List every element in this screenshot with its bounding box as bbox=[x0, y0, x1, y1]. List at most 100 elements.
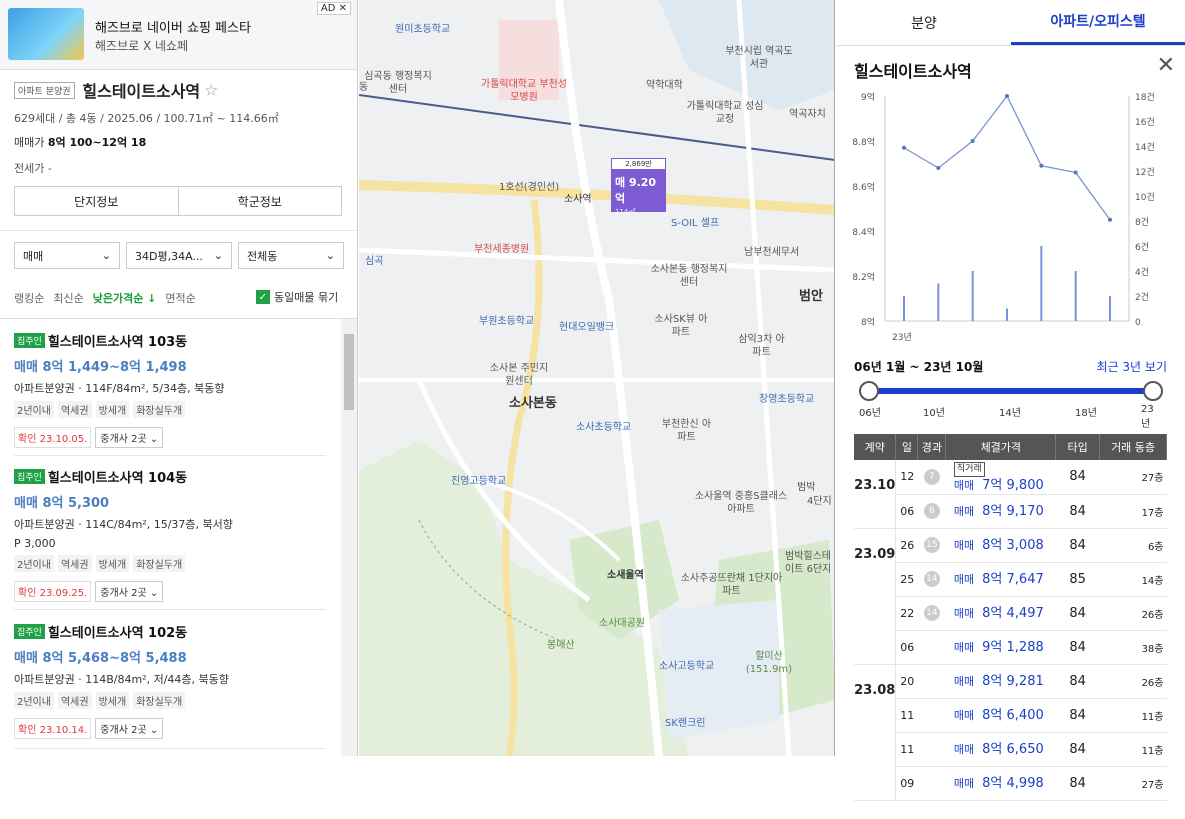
deal-type-select[interactable]: 매매 ⌄ bbox=[14, 242, 120, 269]
table-row[interactable]: 23.09 26 15 매매 8억 3,008 84 6층 bbox=[854, 528, 1167, 665]
table-row[interactable]: 11 매매 8억 6,650 84 11층 bbox=[854, 732, 1167, 767]
map-label: 범박 bbox=[797, 482, 816, 493]
price-cell: 매매 8억 6,400 bbox=[945, 698, 1056, 733]
price-point bbox=[902, 145, 906, 150]
ad-close-icon[interactable]: AD ✕ bbox=[316, 2, 351, 15]
table-row[interactable]: 25 14 매매 8억 7,647 85 14층 bbox=[854, 562, 1167, 597]
map-label: 동 bbox=[359, 82, 369, 93]
agents-dropdown[interactable]: 중개사 2곳 ⌄ bbox=[95, 581, 164, 602]
map-label: 소사본동 행정복지센터 bbox=[650, 264, 728, 288]
map-label: 삼익3차 아파트 bbox=[738, 334, 785, 358]
map-label: 할미산 (151.9m) bbox=[745, 651, 793, 675]
sort-low-price[interactable]: 낮은가격순 ↓ bbox=[93, 290, 157, 306]
dong-select[interactable]: 전체동 ⌄ bbox=[238, 242, 344, 269]
tag: 방세개 bbox=[95, 692, 130, 709]
tab-apartment[interactable]: 아파트/오피스텔 bbox=[1011, 0, 1185, 45]
y2-tick-label: 0 bbox=[1135, 318, 1141, 328]
map-label: 현대오일뱅크 bbox=[559, 322, 615, 333]
right-panel: 분양 아파트/오피스텔 힐스테이트소사역 ✕ 9억 8.8억 8.6억 8.4억 8.2… bbox=[837, 0, 1185, 819]
elapsed-badge: 14 bbox=[923, 605, 940, 621]
transaction-table: 계약 일 경과 체결가격 타입 거래 동층 23.10 12 7 직거래 매매 7억 9,… bbox=[854, 434, 1167, 801]
sort-area[interactable]: 면적순 bbox=[165, 290, 195, 306]
price-value: 8억 100~12억 18 bbox=[47, 136, 147, 149]
list-item[interactable]: 집주인 힐스테이트소사역 102동 매매 8억 5,468~8억 5,488 아파… bbox=[14, 622, 326, 749]
favorite-star-icon[interactable]: ☆ bbox=[204, 81, 218, 100]
elapsed-cell: 7 bbox=[917, 460, 946, 495]
recent-3y-button[interactable]: 최근 3년 보기 bbox=[1097, 358, 1167, 375]
price-cell: 매매 8억 4,998 bbox=[945, 766, 1056, 801]
table-row[interactable]: 09 매매 8억 4,998 84 27층 bbox=[854, 766, 1167, 801]
table-row[interactable]: 06 매매 9억 1,288 84 38층 bbox=[854, 630, 1167, 665]
price-cell: 매매 8억 7,647 bbox=[945, 562, 1056, 597]
sort-latest[interactable]: 최신순 bbox=[53, 290, 83, 306]
agents-dropdown[interactable]: 중개사 2곳 ⌄ bbox=[95, 718, 164, 739]
map-label: 부천세종병원 bbox=[474, 244, 530, 255]
y2-tick-label: 16건 bbox=[1135, 117, 1155, 128]
type-cell: 84 bbox=[1055, 732, 1100, 767]
confirm-date: 확인 23.10.05. bbox=[14, 427, 92, 448]
complex-info-button[interactable]: 단지정보 bbox=[15, 187, 179, 215]
group-listings-checkbox[interactable]: ✓ 동일매물 묶기 bbox=[256, 289, 338, 305]
type-cell: 85 bbox=[1055, 562, 1100, 597]
listing-tags: 2년이내 역세권 방세개 화장실두개 bbox=[14, 692, 326, 709]
map-view[interactable]: 원미초등학교 심곡동 행정복지센터 가톨릭대학교 부천성모병원 약학대학 부천시… bbox=[359, 0, 835, 756]
type-cell: 84 bbox=[1055, 664, 1100, 699]
deal-kind: 매매 bbox=[953, 674, 975, 688]
contract-day: 25 bbox=[895, 562, 918, 597]
map-label: 남부천세무서 bbox=[744, 247, 800, 258]
map-label: 소사본 주민지원센터 bbox=[489, 363, 549, 387]
list-item[interactable]: 집주인 힐스테이트소사역 104동 매매 8억 5,300 아파트분양권 · 11… bbox=[14, 467, 326, 610]
elapsed-cell bbox=[917, 698, 946, 733]
tab-presale[interactable]: 분양 bbox=[837, 0, 1011, 45]
agents-dropdown[interactable]: 중개사 2곳 ⌄ bbox=[95, 427, 164, 448]
deal-price: 8억 3,008 bbox=[982, 537, 1044, 553]
col-header: 거래 동층 bbox=[1099, 434, 1167, 460]
table-row[interactable]: 06 6 매매 8억 9,170 84 17층 bbox=[854, 494, 1167, 529]
floor-cell: 6층 bbox=[1099, 528, 1167, 563]
slider-label: 06년 bbox=[859, 408, 881, 419]
school-info-button[interactable]: 학군정보 bbox=[179, 187, 342, 215]
complex-meta: 629세대 / 총 4동 / 2025.06 / 100.71㎡ ~ 114.6… bbox=[14, 112, 279, 125]
price-marker[interactable]: 2,869만 매 9.20억 114㎡ bbox=[611, 158, 666, 216]
table-row[interactable]: 22 14 매매 8억 4,497 84 26층 bbox=[854, 596, 1167, 631]
ad-banner[interactable]: 해즈브로 네이버 쇼핑 페스타 해즈브로 X 네쇼페 AD ✕ bbox=[0, 0, 357, 70]
slider-handle-end[interactable] bbox=[1143, 381, 1163, 401]
type-cell: 84 bbox=[1055, 630, 1100, 665]
price-point bbox=[936, 166, 941, 170]
marker-price: 매 9.20억 bbox=[615, 176, 657, 205]
price-label: 매매가 bbox=[14, 136, 45, 149]
elapsed-cell bbox=[917, 630, 946, 665]
col-header: 타입 bbox=[1055, 434, 1101, 460]
map-label: 진영고등학교 bbox=[451, 476, 507, 487]
x-axis-label: 23년 bbox=[892, 332, 912, 343]
size-value: 34D평,34A... bbox=[135, 249, 203, 263]
tag: 2년이내 bbox=[14, 555, 54, 572]
type-cell: 84 bbox=[1055, 766, 1100, 801]
ad-title[interactable]: 해즈브로 네이버 쇼핑 페스타 bbox=[95, 17, 251, 36]
owner-badge: 집주인 bbox=[14, 469, 45, 484]
map-label: 원미초등학교 bbox=[395, 24, 451, 35]
dong-value: 전체동 bbox=[247, 249, 278, 263]
marker-area: 114㎡ bbox=[615, 208, 636, 216]
table-row[interactable]: 11 매매 8억 6,400 84 11층 bbox=[854, 698, 1167, 733]
map-label: 소사주공뜨란채 1단지아파트 bbox=[680, 573, 783, 597]
elapsed-cell: 14 bbox=[917, 596, 946, 631]
size-select[interactable]: 34D평,34A... ⌄ bbox=[126, 242, 232, 269]
slider-handle-start[interactable] bbox=[859, 381, 879, 401]
contract-month: 23.10 bbox=[854, 460, 897, 529]
listing-price: 매매 8억 5,300 bbox=[14, 496, 110, 511]
deal-kind: 매매 bbox=[953, 606, 975, 620]
close-icon[interactable]: ✕ bbox=[1157, 55, 1175, 77]
listing-desc: 아파트분양권 · 114B/84m², 저/44층, 북동향 bbox=[14, 673, 229, 686]
list-scrollbar[interactable] bbox=[341, 319, 357, 756]
elapsed-cell: 6 bbox=[917, 494, 946, 529]
contract-day: 20 bbox=[895, 664, 918, 699]
list-item[interactable]: 집주인 힐스테이트소사역 103동 매매 8억 1,449~8억 1,498 아파… bbox=[14, 331, 326, 456]
table-row[interactable]: 23.10 12 7 직거래 매매 7억 9,800 84 27층 bbox=[854, 460, 1167, 529]
map-label: 부천시립 역곡도서관 bbox=[725, 46, 793, 70]
period-slider[interactable]: 06년 10년 14년 18년 23년 bbox=[859, 380, 1163, 430]
sort-ranking[interactable]: 랭킹순 bbox=[14, 290, 44, 306]
scrollbar-thumb[interactable] bbox=[344, 334, 354, 410]
map-label: 소새울역 bbox=[607, 570, 644, 581]
table-row[interactable]: 23.08 20 매매 8억 9,281 84 26층 bbox=[854, 664, 1167, 801]
